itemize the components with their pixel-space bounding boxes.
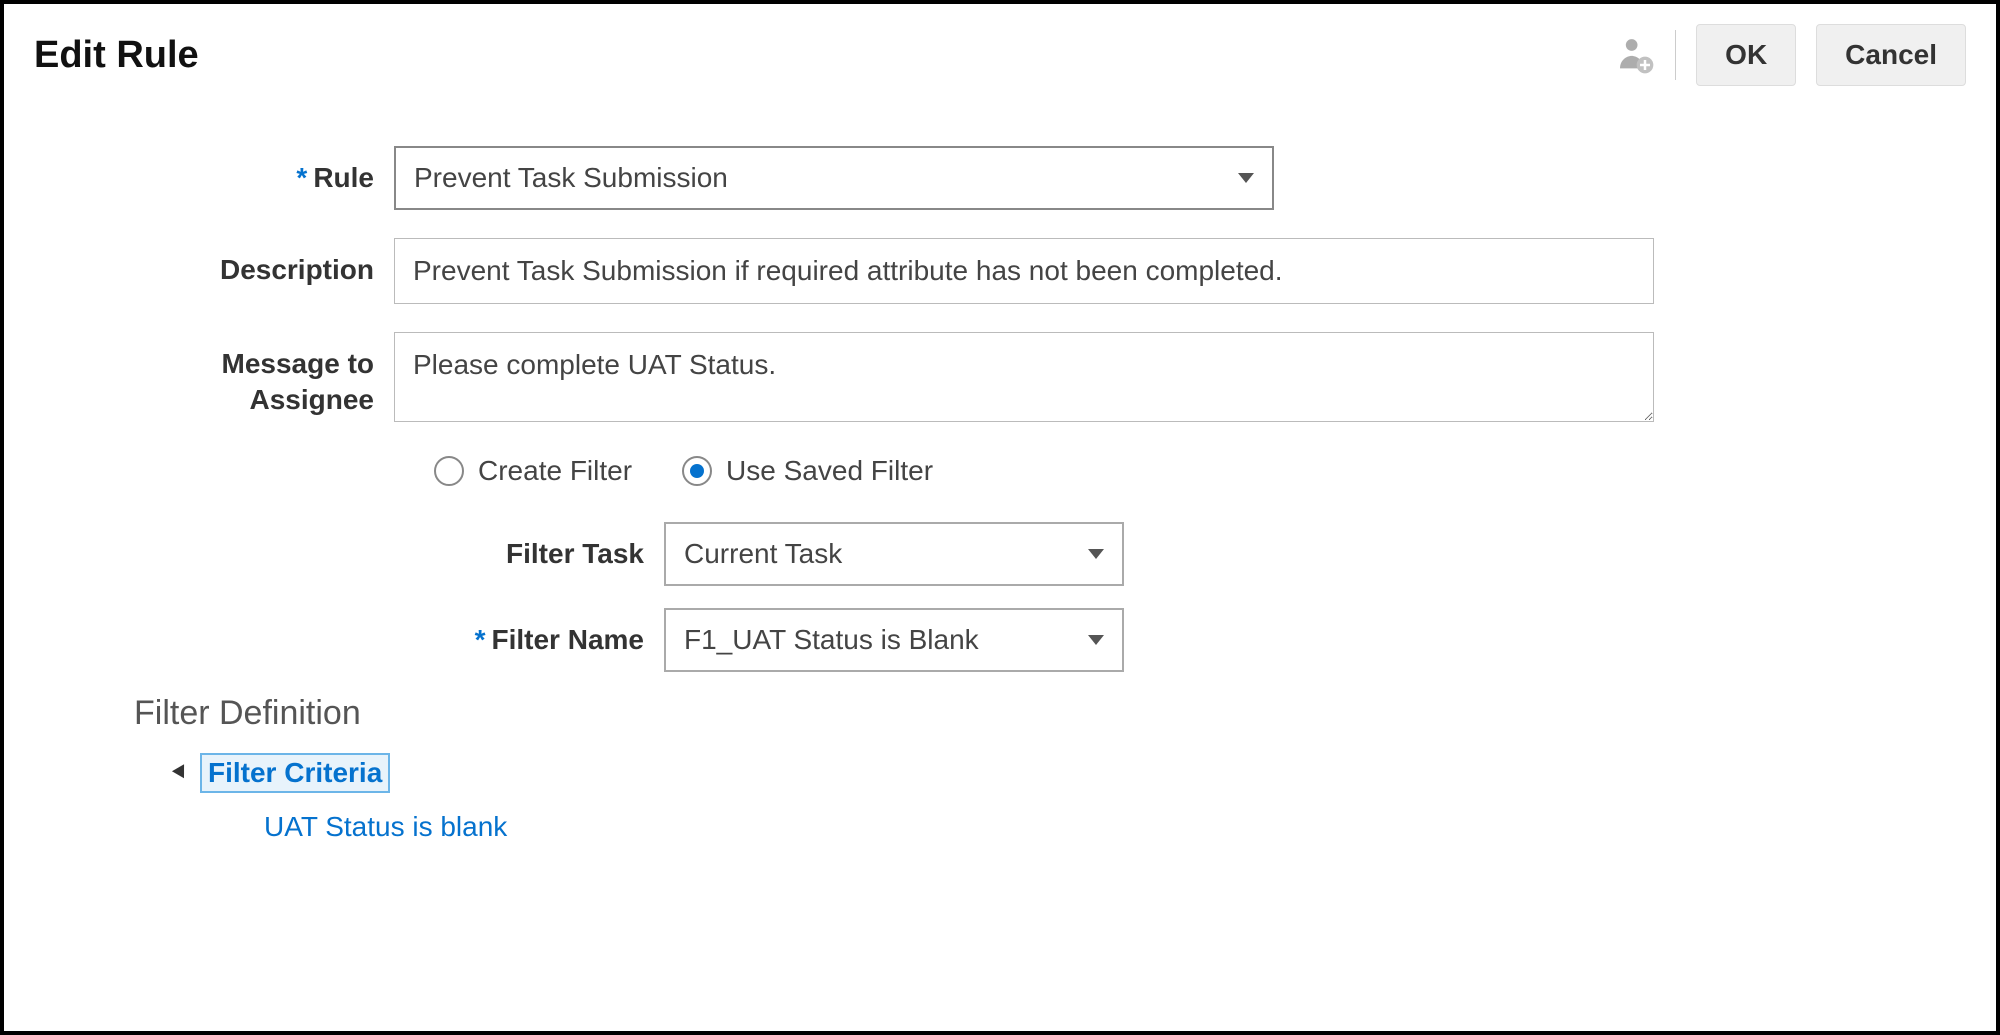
radio-icon	[434, 456, 464, 486]
page-title: Edit Rule	[34, 34, 199, 77]
filter-mode-radios: Create Filter Use Saved Filter	[134, 455, 1966, 487]
use-saved-filter-radio[interactable]: Use Saved Filter	[682, 455, 933, 487]
filter-criteria-node: Filter Criteria	[174, 753, 1966, 793]
filter-name-row: *Filter Name F1_UAT Status is Blank	[314, 608, 1966, 672]
rule-label: *Rule	[134, 146, 394, 196]
chevron-down-icon	[1088, 635, 1104, 645]
filter-criteria-tree: Filter Criteria UAT Status is blank	[174, 753, 1966, 843]
header-divider	[1675, 30, 1676, 80]
dialog-header: Edit Rule OK Cancel	[34, 24, 1966, 86]
rule-label-text: Rule	[313, 162, 374, 193]
description-input[interactable]	[394, 238, 1654, 304]
filter-task-row: Filter Task Current Task	[314, 522, 1966, 586]
create-filter-label: Create Filter	[478, 455, 632, 487]
message-row: Message to Assignee	[134, 332, 1966, 427]
rule-select[interactable]: Prevent Task Submission	[394, 146, 1274, 210]
person-settings-icon[interactable]	[1615, 35, 1655, 75]
filter-task-value: Current Task	[684, 538, 842, 570]
tree-expand-icon[interactable]	[172, 764, 190, 781]
ok-button[interactable]: OK	[1696, 24, 1796, 86]
description-row: Description	[134, 238, 1966, 304]
chevron-down-icon	[1238, 173, 1254, 183]
required-star-icon: *	[296, 162, 307, 193]
rule-select-value: Prevent Task Submission	[414, 162, 728, 194]
filter-name-label-text: Filter Name	[492, 624, 645, 655]
header-actions: OK Cancel	[1615, 24, 1966, 86]
saved-filter-subform: Filter Task Current Task *Filter Name F1…	[134, 522, 1966, 672]
filter-criteria-item[interactable]: UAT Status is blank	[264, 811, 1966, 843]
filter-task-label: Filter Task	[314, 522, 664, 572]
filter-name-select[interactable]: F1_UAT Status is Blank	[664, 608, 1124, 672]
message-label: Message to Assignee	[134, 332, 394, 419]
filter-name-value: F1_UAT Status is Blank	[684, 624, 979, 656]
filter-task-select[interactable]: Current Task	[664, 522, 1124, 586]
chevron-down-icon	[1088, 549, 1104, 559]
use-saved-filter-label: Use Saved Filter	[726, 455, 933, 487]
cancel-button[interactable]: Cancel	[1816, 24, 1966, 86]
form-area: *Rule Prevent Task Submission Descriptio…	[34, 146, 1966, 672]
create-filter-radio[interactable]: Create Filter	[434, 455, 632, 487]
radio-icon-checked	[682, 456, 712, 486]
filter-criteria-label[interactable]: Filter Criteria	[200, 753, 390, 793]
description-label: Description	[134, 238, 394, 288]
required-star-icon: *	[475, 624, 486, 655]
filter-definition-header: Filter Definition	[134, 694, 1966, 733]
message-textarea[interactable]	[394, 332, 1654, 422]
rule-row: *Rule Prevent Task Submission	[134, 146, 1966, 210]
filter-name-label: *Filter Name	[314, 608, 664, 658]
